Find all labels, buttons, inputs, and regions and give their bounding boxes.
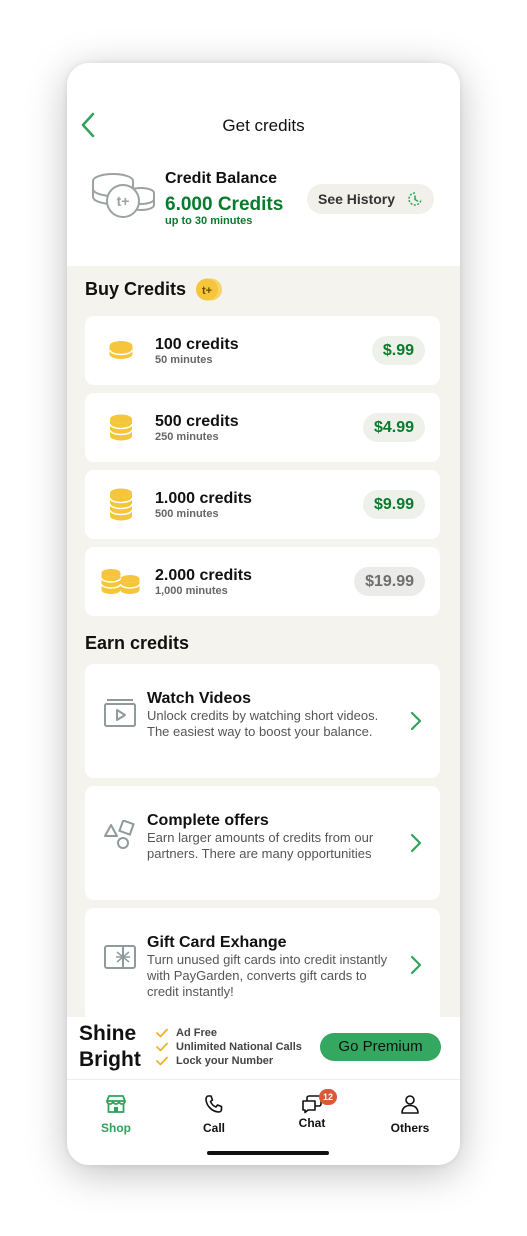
- check-icon: [156, 1056, 168, 1066]
- earn-credits-title: Earn credits: [85, 633, 190, 653]
- credit-pack-minutes: 50 minutes: [155, 354, 213, 366]
- phone-icon: [205, 1095, 223, 1113]
- credit-pack-minutes: 500 minutes: [155, 508, 219, 520]
- earn-option-title: Watch Videos: [147, 690, 252, 707]
- credit-pack-price[interactable]: $19.99: [354, 567, 425, 596]
- earn-option-title: Complete offers: [147, 812, 269, 829]
- credit-pack-price[interactable]: $4.99: [362, 413, 425, 442]
- credit-pack-price[interactable]: $9.99: [362, 490, 425, 519]
- coins-stack-icon: t+: [89, 171, 157, 224]
- buy-credits-title: Buy Credits: [85, 279, 187, 299]
- perk-label: Unlimited National Calls: [176, 1041, 302, 1053]
- credit-pack-minutes: 250 minutes: [155, 431, 219, 443]
- coin-icon: [99, 316, 143, 385]
- person-icon: [401, 1095, 419, 1114]
- credit-pack-500[interactable]: 500 credits 250 minutes $4.99: [85, 393, 440, 462]
- credits-badge-icon: t+: [194, 277, 224, 307]
- credit-pack-2000[interactable]: 2.000 credits 1,000 minutes $19.99: [85, 547, 440, 616]
- credit-balance-label: Credit Balance: [165, 170, 278, 187]
- see-history-label: See History: [318, 191, 396, 207]
- chevron-right-icon: [410, 833, 422, 858]
- tab-label: Chat: [298, 1116, 326, 1130]
- earn-complete-offers[interactable]: Complete offers Earn larger amounts of c…: [85, 786, 440, 900]
- video-icon: [103, 698, 137, 733]
- premium-banner: Shine Bright Ad Free Unlimited National …: [67, 1017, 460, 1079]
- app-screen: Get credits t+ Credit Balance 6.000 Cred…: [67, 63, 460, 1165]
- perk-item: Ad Free: [156, 1026, 302, 1040]
- svg-text:t+: t+: [202, 285, 212, 297]
- earn-option-description: Unlock credits by watching short videos.…: [147, 708, 379, 739]
- earn-option-description: Turn unused gift cards into credit insta…: [147, 952, 388, 999]
- chevron-right-icon: [410, 711, 422, 736]
- credit-pack-name: 100 credits: [155, 336, 239, 353]
- perk-label: Lock your Number: [176, 1055, 274, 1067]
- history-icon: [408, 192, 422, 206]
- page-title: Get credits: [222, 116, 305, 135]
- tab-others[interactable]: Others: [361, 1094, 459, 1135]
- premium-headline-line1: Shine: [79, 1022, 137, 1045]
- credit-pack-100[interactable]: 100 credits 50 minutes $.99: [85, 316, 440, 385]
- perk-item: Unlimited National Calls: [156, 1040, 302, 1054]
- credit-pack-name: 2.000 credits: [155, 567, 252, 584]
- unread-count-badge: 12: [319, 1089, 337, 1105]
- tab-shop[interactable]: Shop: [67, 1094, 165, 1135]
- chevron-right-icon: [410, 955, 422, 980]
- earn-option-description: Earn larger amounts of credits from our …: [147, 830, 374, 861]
- credit-pack-name: 500 credits: [155, 413, 239, 430]
- credit-pack-minutes: 1,000 minutes: [155, 585, 228, 597]
- credit-pack-price[interactable]: $.99: [371, 336, 425, 365]
- header-area: Get credits t+ Credit Balance 6.000 Cred…: [67, 63, 460, 266]
- tab-chat[interactable]: 12 Chat: [263, 1089, 361, 1130]
- svg-text:t+: t+: [117, 193, 130, 209]
- coin-tall-stack-icon: [99, 470, 143, 539]
- tab-call[interactable]: Call: [165, 1094, 263, 1135]
- shop-icon: [106, 1095, 126, 1113]
- tab-label: Others: [390, 1121, 430, 1135]
- coin-double-stack-icon: [99, 547, 143, 616]
- check-icon: [156, 1028, 168, 1038]
- earn-watch-videos[interactable]: Watch Videos Unlock credits by watching …: [85, 664, 440, 778]
- credit-pack-1000[interactable]: 1.000 credits 500 minutes $9.99: [85, 470, 440, 539]
- earn-option-title: Gift Card Exhange: [147, 934, 287, 951]
- premium-headline-line2: Bright: [79, 1048, 141, 1071]
- coin-stack-icon: [99, 393, 143, 462]
- home-indicator[interactable]: [207, 1151, 329, 1155]
- premium-perks: Ad Free Unlimited National Calls Lock yo…: [156, 1026, 302, 1068]
- see-history-button[interactable]: See History: [307, 184, 434, 214]
- shapes-icon: [103, 819, 137, 855]
- credit-balance-value: 6.000 Credits: [165, 194, 284, 215]
- tab-label: Call: [202, 1121, 225, 1135]
- credit-balance-subtext: up to 30 minutes: [165, 215, 253, 227]
- check-icon: [156, 1042, 168, 1052]
- premium-headline: Shine Bright: [79, 1021, 141, 1073]
- credit-pack-name: 1.000 credits: [155, 490, 252, 507]
- earn-gift-card-exchange[interactable]: Gift Card Exhange Turn unused gift cards…: [85, 908, 440, 1022]
- go-premium-button[interactable]: Go Premium: [320, 1033, 441, 1061]
- tab-label: Shop: [101, 1121, 131, 1135]
- perk-label: Ad Free: [176, 1027, 217, 1039]
- perk-item: Lock your Number: [156, 1054, 302, 1068]
- gift-card-icon: [103, 942, 137, 977]
